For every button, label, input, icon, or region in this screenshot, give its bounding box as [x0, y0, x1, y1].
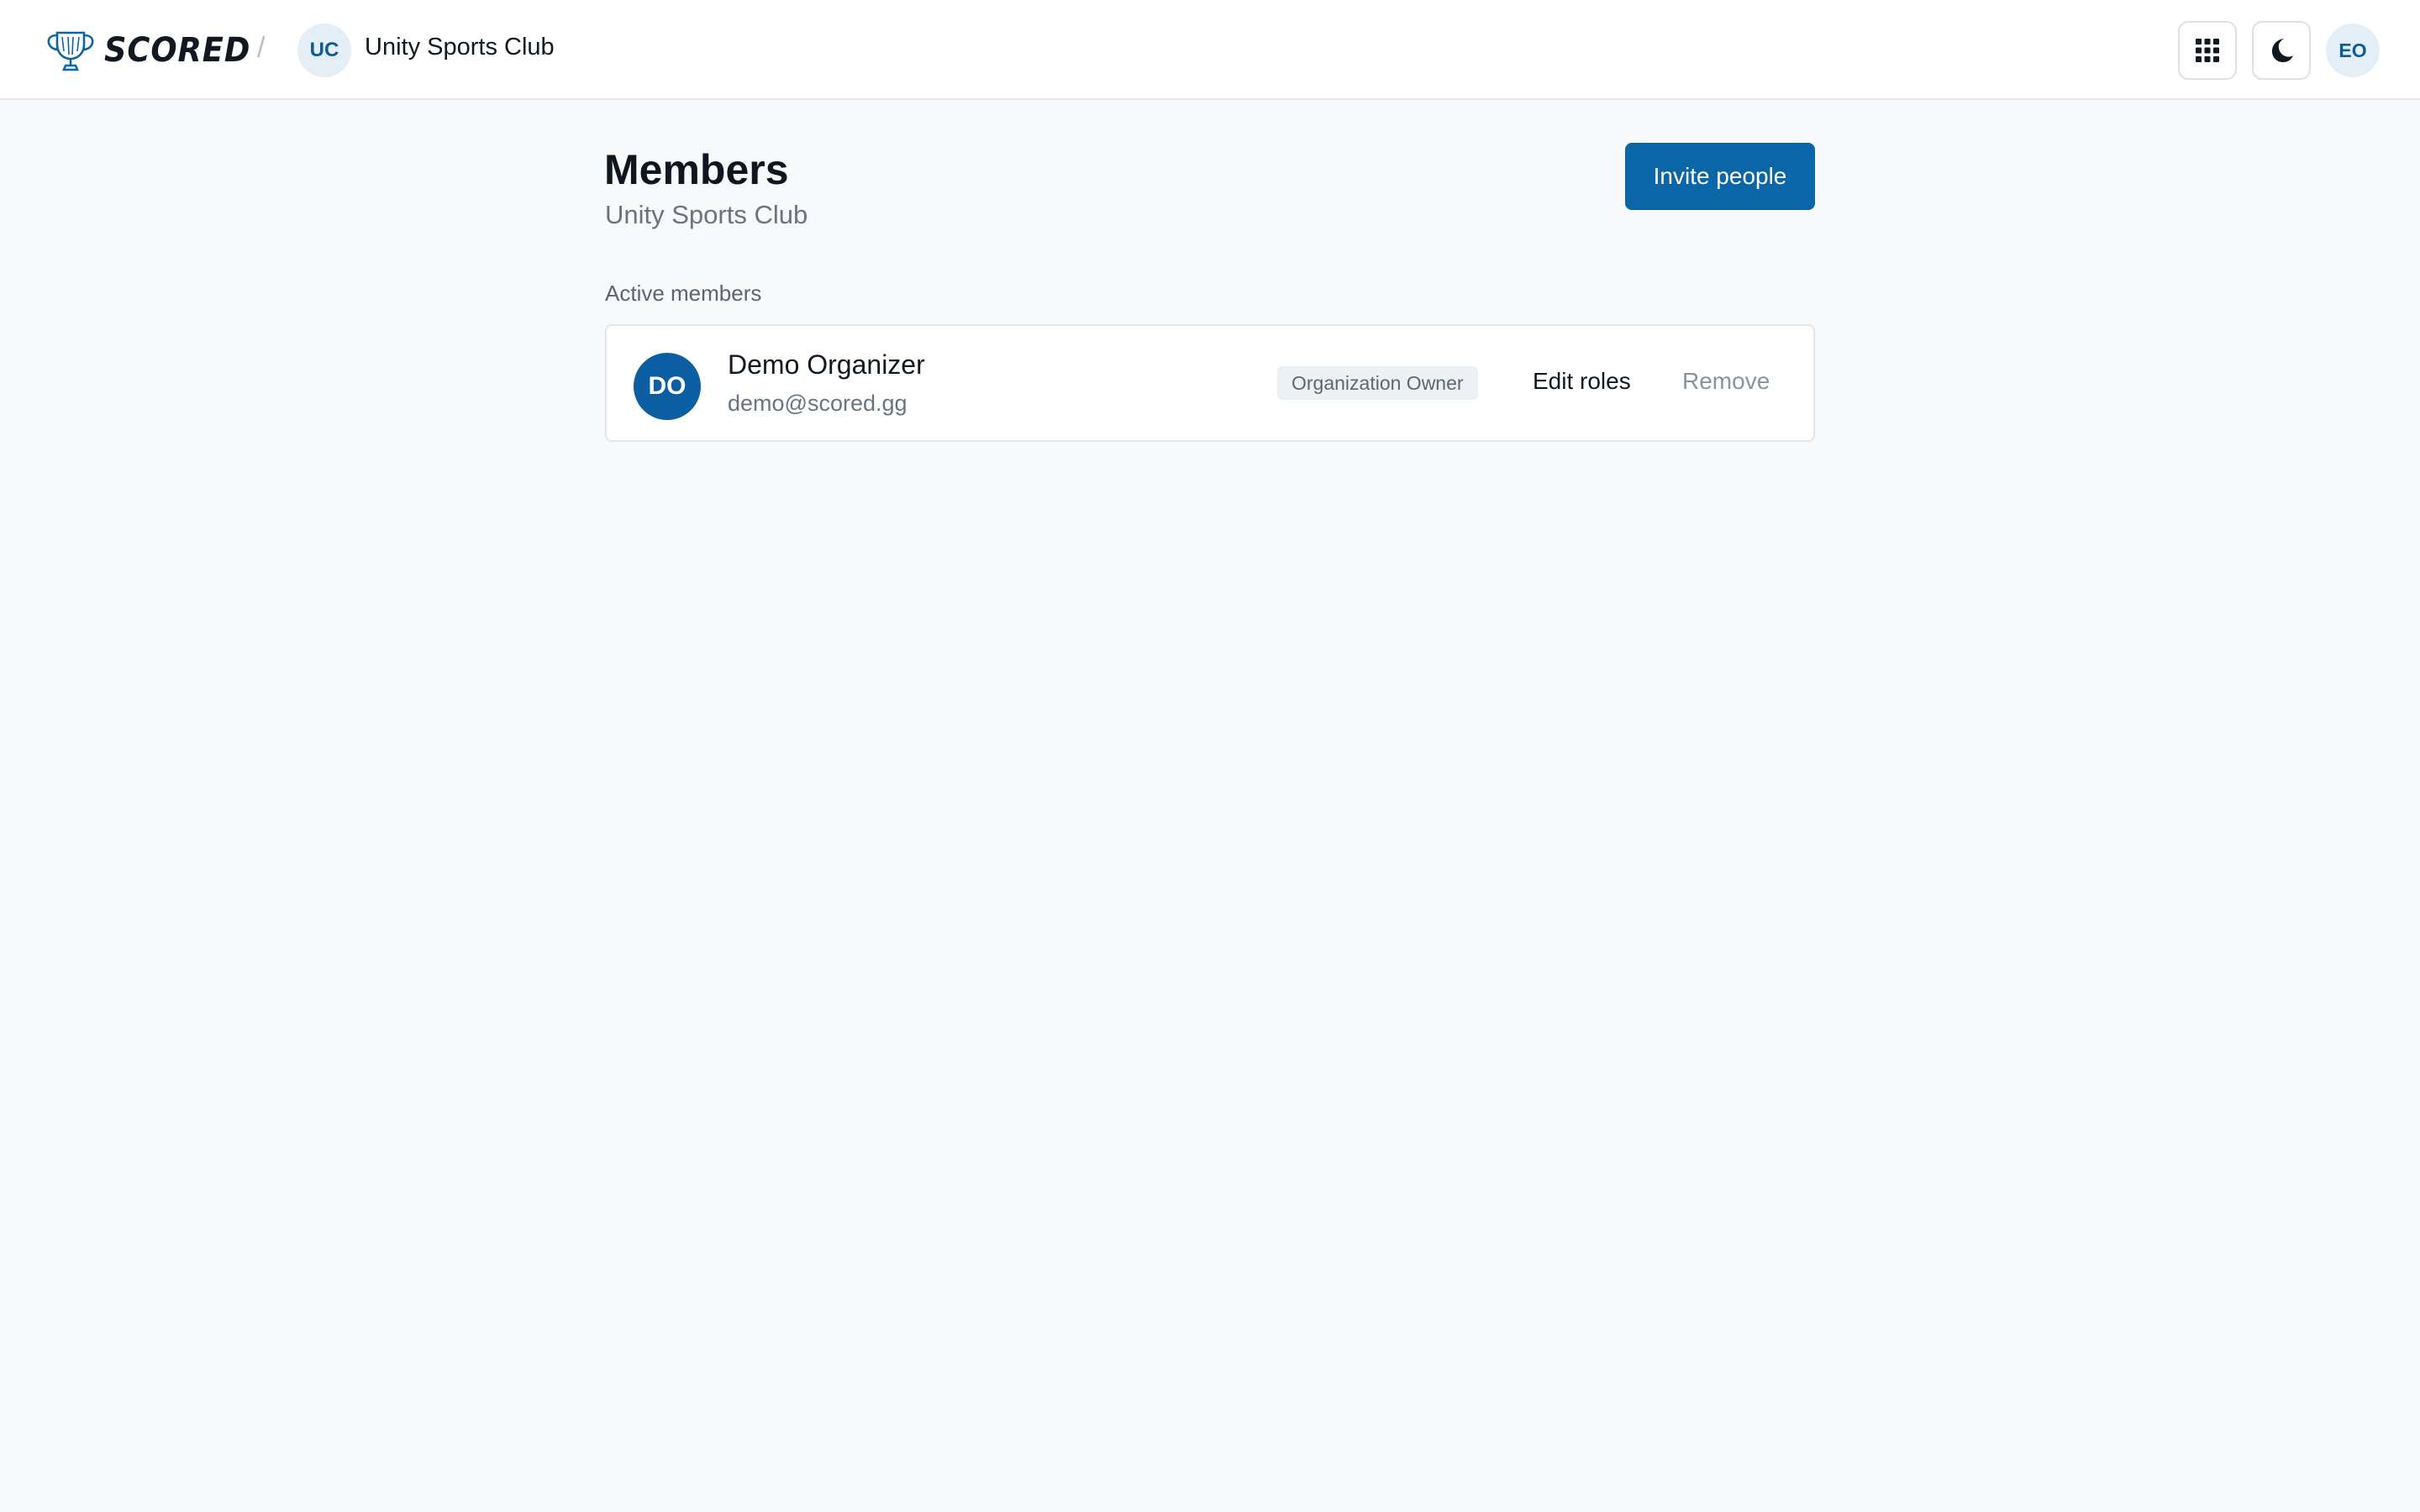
page-title: Members — [604, 146, 789, 193]
apps-menu-button[interactable] — [2178, 21, 2237, 80]
brand-name: SCORED — [104, 31, 251, 70]
member-email: demo@scored.gg — [728, 391, 908, 416]
member-avatar: DO — [634, 353, 701, 420]
member-row: DO Demo Organizer demo@scored.gg Organiz… — [605, 324, 1815, 442]
theme-toggle-button[interactable] — [2252, 21, 2311, 80]
grid-icon — [2196, 39, 2219, 62]
page-subtitle: Unity Sports Club — [605, 200, 808, 229]
remove-member-button[interactable]: Remove — [1682, 368, 1770, 395]
org-avatar[interactable]: UC — [297, 24, 351, 77]
invite-people-button[interactable]: Invite people — [1625, 143, 1815, 210]
active-members-heading: Active members — [605, 281, 762, 306]
org-name-link[interactable]: Unity Sports Club — [365, 34, 555, 61]
trophy-logo-icon — [47, 31, 94, 71]
breadcrumb-separator: / — [257, 32, 266, 64]
edit-roles-button[interactable]: Edit roles — [1533, 368, 1631, 395]
member-name: Demo Organizer — [728, 349, 925, 380]
moon-icon — [2272, 39, 2293, 62]
brand-logo-link[interactable]: SCORED — [45, 27, 264, 74]
top-bar: SCORED / UC Unity Sports Club EO — [0, 0, 2420, 100]
role-badge: Organization Owner — [1277, 366, 1478, 400]
user-avatar-button[interactable]: EO — [2326, 24, 2380, 77]
